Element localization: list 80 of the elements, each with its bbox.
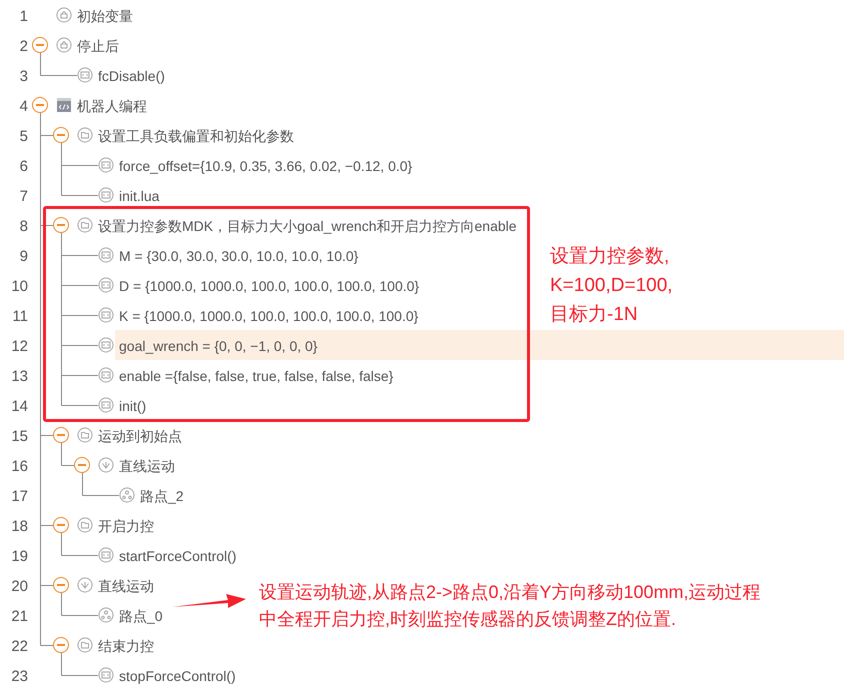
line-number: 14 bbox=[10, 397, 28, 417]
line-number: 2 bbox=[18, 37, 28, 57]
line-number: 19 bbox=[10, 547, 28, 567]
folder-icon bbox=[77, 217, 93, 233]
line-number: 11 bbox=[11, 307, 28, 327]
line-number: 22 bbox=[10, 637, 28, 657]
tree-item-label[interactable]: force_offset={10.9, 0.35, 3.66, 0.02, −0.12, 0.0} bbox=[119, 156, 412, 177]
puzzle-icon bbox=[56, 37, 72, 53]
tree-item-label[interactable]: 机器人编程 bbox=[77, 96, 147, 117]
tree-item-label[interactable]: 直线运动 bbox=[119, 456, 175, 477]
collapse-toggle[interactable] bbox=[53, 217, 69, 233]
tree-item-label[interactable]: init() bbox=[119, 396, 146, 417]
collapse-toggle[interactable] bbox=[53, 637, 69, 653]
tree-item-label[interactable]: 路点_2 bbox=[140, 486, 184, 507]
tree-item-label[interactable]: startForceControl() bbox=[119, 546, 236, 567]
line-number: 13 bbox=[10, 367, 28, 387]
line-number: 8 bbox=[18, 217, 28, 237]
code-icon bbox=[98, 157, 114, 173]
chevron-circle-icon bbox=[77, 577, 93, 593]
line-number: 4 bbox=[18, 97, 28, 117]
code-icon bbox=[98, 307, 114, 323]
line-number: 21 bbox=[10, 607, 28, 627]
collapse-toggle[interactable] bbox=[53, 427, 69, 443]
line-number: 23 bbox=[10, 667, 28, 687]
collapse-toggle[interactable] bbox=[32, 97, 48, 113]
line-number: 7 bbox=[18, 187, 28, 207]
collapse-toggle[interactable] bbox=[32, 37, 48, 53]
code-window-icon bbox=[56, 97, 72, 113]
tree-item-label[interactable]: fcDisable() bbox=[98, 66, 165, 87]
folder-icon bbox=[77, 517, 93, 533]
line-number: 3 bbox=[18, 67, 28, 87]
waypoint-icon bbox=[98, 607, 114, 623]
tree-item-label[interactable]: 设置力控参数MDK，目标力大小goal_wrench和开启力控方向enable bbox=[98, 216, 517, 237]
waypoint-icon bbox=[119, 487, 135, 503]
code-icon bbox=[98, 547, 114, 563]
line-number: 5 bbox=[18, 127, 28, 147]
collapse-toggle[interactable] bbox=[53, 517, 69, 533]
tree-item-label[interactable]: 运动到初始点 bbox=[98, 426, 182, 447]
folder-icon bbox=[77, 637, 93, 653]
tree-item-label[interactable]: 停止后 bbox=[77, 36, 119, 57]
tree-item-label[interactable]: 路点_0 bbox=[119, 606, 163, 627]
line-number: 17 bbox=[10, 487, 28, 507]
annotation-text: 设置力控参数, K=100,D=100, 目标力-1N bbox=[550, 245, 673, 327]
collapse-toggle[interactable] bbox=[53, 127, 69, 143]
line-number: 12 bbox=[10, 337, 28, 357]
line-number: 16 bbox=[10, 457, 28, 477]
chevron-circle-icon bbox=[98, 457, 114, 473]
line-number: 10 bbox=[10, 277, 28, 297]
line-number: 1 bbox=[18, 7, 28, 27]
puzzle-icon bbox=[56, 7, 72, 23]
folder-icon bbox=[77, 427, 93, 443]
collapse-toggle[interactable] bbox=[53, 577, 69, 593]
line-number: 9 bbox=[18, 247, 28, 267]
tree-item-label[interactable]: init.lua bbox=[119, 186, 160, 207]
code-icon bbox=[98, 667, 114, 683]
collapse-toggle[interactable] bbox=[74, 457, 90, 473]
tree-item-label[interactable]: K = {1000.0, 1000.0, 100.0, 100.0, 100.0, 100.0} bbox=[119, 306, 418, 327]
tree-item-label[interactable]: enable ={false, false, true, false, false, false} bbox=[119, 366, 394, 387]
tree-item-label[interactable]: stopForceControl() bbox=[119, 666, 236, 687]
tree-item-label[interactable]: 初始变量 bbox=[77, 6, 133, 27]
code-icon bbox=[98, 277, 114, 293]
code-icon bbox=[98, 187, 114, 203]
line-number: 18 bbox=[10, 517, 28, 537]
code-icon bbox=[98, 397, 114, 413]
tree-item-label[interactable]: 结束力控 bbox=[98, 636, 154, 657]
tree-item-label[interactable]: D = {1000.0, 1000.0, 100.0, 100.0, 100.0, 100.0} bbox=[119, 276, 420, 297]
line-number: 6 bbox=[18, 157, 28, 177]
tree-item-label[interactable]: 设置工具负载偏置和初始化参数 bbox=[98, 126, 294, 147]
annotation-text: 设置运动轨迹,从路点2->路点0,沿着Y方向移动100mm,运动过程 中全程开启力控,时刻监控传感器的反馈调整Z的位置. bbox=[259, 581, 761, 631]
line-number: 20 bbox=[10, 577, 28, 597]
tree-item-label[interactable]: 开启力控 bbox=[98, 516, 154, 537]
code-icon bbox=[98, 367, 114, 383]
code-icon bbox=[98, 247, 114, 263]
tree-item-label[interactable]: goal_wrench = {0, 0, −1, 0, 0, 0} bbox=[119, 336, 318, 357]
folder-icon bbox=[77, 127, 93, 143]
tree-item-label[interactable]: M = {30.0, 30.0, 30.0, 10.0, 10.0, 10.0} bbox=[119, 246, 358, 267]
tree-item-label[interactable]: 直线运动 bbox=[98, 576, 154, 597]
code-icon bbox=[77, 67, 93, 83]
code-icon bbox=[98, 337, 114, 353]
line-number: 15 bbox=[10, 427, 28, 447]
